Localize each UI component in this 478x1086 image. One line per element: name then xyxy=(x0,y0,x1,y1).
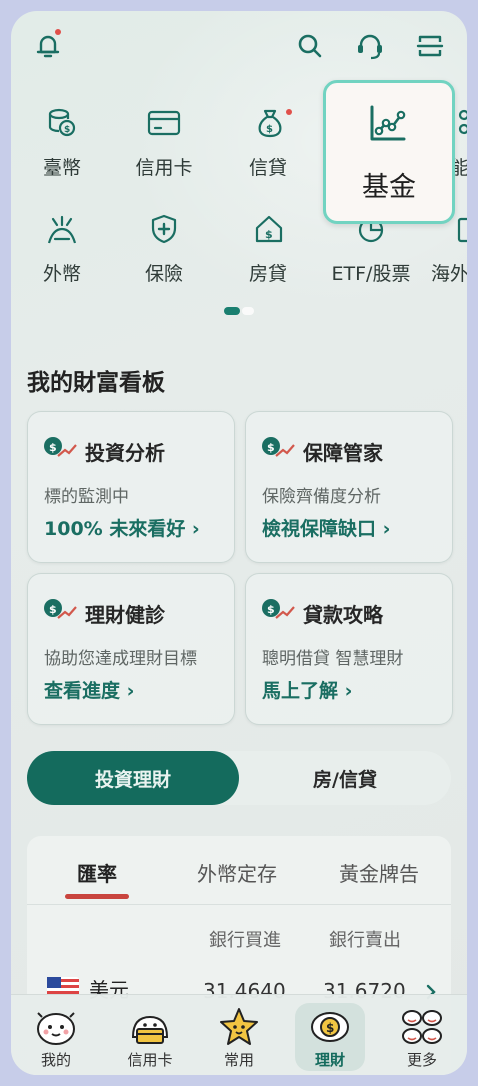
section-title: 我的財富看板 xyxy=(27,370,165,396)
svg-text:$: $ xyxy=(267,603,275,616)
menu-label: 信貸 xyxy=(248,157,287,179)
menu-label: 保險 xyxy=(144,263,183,285)
toggle-investment[interactable]: 投資理財 xyxy=(27,751,239,805)
card-title: 投資分析 xyxy=(85,441,165,465)
nav-wealth[interactable]: $ 理財 xyxy=(295,1003,365,1071)
card-protection[interactable]: $ 保障管家 保險齊備度分析 檢視保障缺口 › xyxy=(245,411,453,563)
house-icon: $ xyxy=(255,215,283,243)
card-loan-strategy[interactable]: $ 貸款攻略 聰明借貸 智慧理財 馬上了解 › xyxy=(245,573,453,725)
menu-label: ETF/股票 xyxy=(331,263,411,285)
notification-dot xyxy=(286,109,292,115)
card-subtitle: 協助您達成理財目標 xyxy=(44,649,197,669)
segment-toggle: 投資理財 房/信貸 xyxy=(27,751,451,805)
bottom-nav: 我的 信用卡 常用 $ 理財 更多 xyxy=(11,994,467,1075)
card-title: 貸款攻略 xyxy=(303,603,383,627)
scan-icon[interactable] xyxy=(415,31,445,61)
card-link[interactable]: 馬上了解 › xyxy=(262,676,352,703)
app-screen: $ 臺幣 信用卡 $ 信貸 智能 外幣 xyxy=(11,11,467,1075)
nav-label: 更多 xyxy=(406,1051,437,1069)
my-avatar-icon xyxy=(37,1012,75,1045)
header-buy: 銀行買進 xyxy=(209,930,281,951)
card-subtitle: 保險齊備度分析 xyxy=(262,487,381,507)
nav-more[interactable]: 更多 xyxy=(387,1003,457,1071)
menu-item-fund[interactable]: 基金 xyxy=(323,80,455,224)
bell-icon[interactable] xyxy=(33,31,63,61)
nav-label: 常用 xyxy=(223,1051,254,1069)
fund-growth-icon: $ xyxy=(262,599,295,619)
device-frame: $ 臺幣 信用卡 $ 信貸 智能 外幣 xyxy=(0,0,478,1086)
card-title: 理財健診 xyxy=(85,603,165,627)
nav-label: 我的 xyxy=(40,1051,71,1069)
menu-label: 房貸 xyxy=(248,263,287,285)
fund-growth-icon: $ xyxy=(262,437,295,457)
svg-text:$: $ xyxy=(265,228,273,241)
foreign-currency-icon xyxy=(47,215,77,244)
menu-label: 外幣 xyxy=(42,263,81,285)
card-subtitle: 聰明借貸 智慧理財 xyxy=(262,649,404,669)
card-financial-checkup[interactable]: $ 理財健診 協助您達成理財目標 查看進度 › xyxy=(27,573,235,725)
svg-text:$: $ xyxy=(64,125,70,135)
svg-text:$: $ xyxy=(267,441,275,454)
svg-text:$: $ xyxy=(266,124,273,135)
menu-label: 基金 xyxy=(362,172,416,203)
svg-text:$: $ xyxy=(49,603,57,616)
credit-card-mascot-icon xyxy=(131,1015,169,1044)
nav-my[interactable]: 我的 xyxy=(21,1003,91,1071)
card-title: 保障管家 xyxy=(303,441,383,465)
tab-gold-price[interactable]: 黃金牌告 xyxy=(339,858,419,887)
card-link[interactable]: 檢視保障缺口 › xyxy=(262,514,390,541)
tab-exchange-rate[interactable]: 匯率 xyxy=(77,858,117,887)
nav-label: 信用卡 xyxy=(127,1051,173,1069)
menu-label: 海外 xyxy=(431,263,467,285)
card-link[interactable]: 查看進度 › xyxy=(44,676,134,703)
customer-service-icon[interactable] xyxy=(354,31,386,63)
credit-card-icon xyxy=(147,110,181,136)
fund-growth-icon: $ xyxy=(44,599,77,619)
coins-icon: $ xyxy=(48,108,76,137)
more-mascots-icon xyxy=(402,1010,442,1044)
menu-label: 信用卡 xyxy=(135,157,193,179)
nav-label: 理財 xyxy=(314,1051,345,1069)
money-bag-icon: $ xyxy=(258,109,282,138)
notification-dot xyxy=(55,29,61,35)
nav-favorites[interactable]: 常用 xyxy=(204,1003,274,1071)
search-icon[interactable] xyxy=(295,31,325,61)
fund-chart-icon xyxy=(370,105,406,141)
overseas-icon xyxy=(457,217,467,243)
star-mascot-icon xyxy=(220,1008,258,1045)
fund-growth-icon: $ xyxy=(44,437,77,457)
tab-fx-deposit[interactable]: 外幣定存 xyxy=(197,858,277,887)
svg-text:$: $ xyxy=(49,441,57,454)
page-indicator xyxy=(224,307,254,315)
card-investment-analysis[interactable]: $ 投資分析 標的監測中 100% 未來看好 › xyxy=(27,411,235,563)
nav-credit-card[interactable]: 信用卡 xyxy=(115,1003,185,1071)
active-tab-indicator xyxy=(65,894,129,899)
card-subtitle: 標的監測中 xyxy=(44,487,129,507)
toggle-loans[interactable]: 房/信貸 xyxy=(239,751,451,805)
svg-text:$: $ xyxy=(326,1021,334,1035)
shield-icon xyxy=(151,214,177,244)
robo-icon xyxy=(458,109,467,135)
card-link[interactable]: 100% 未來看好 › xyxy=(44,514,200,541)
wealth-coin-icon: $ xyxy=(311,1012,349,1042)
menu-label: 臺幣 xyxy=(42,157,81,179)
header-sell: 銀行賣出 xyxy=(329,930,401,951)
